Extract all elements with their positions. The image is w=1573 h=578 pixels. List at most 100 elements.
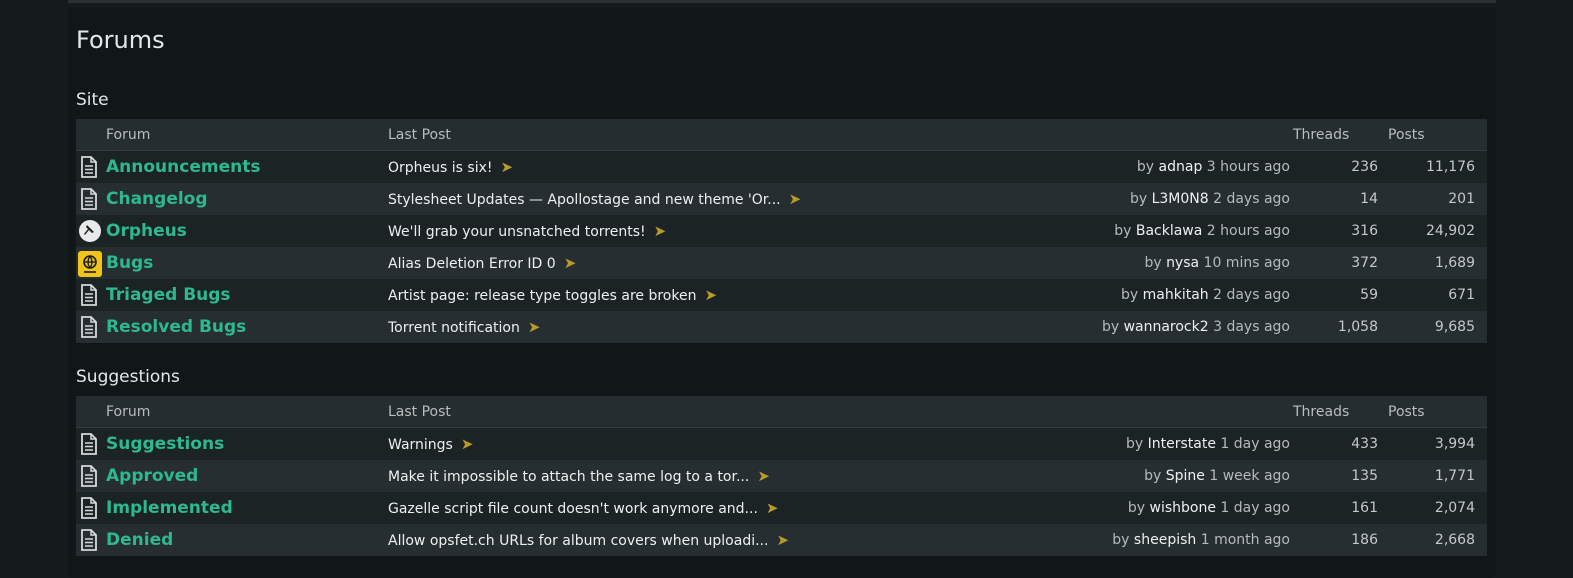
post-count: 2,668 [1388,524,1487,556]
forum-row: Denied Allow opsfet.ch URLs for album co… [76,524,1487,556]
post-count: 9,685 [1388,311,1487,343]
post-count: 24,902 [1388,215,1487,247]
document-icon [78,432,99,456]
last-poster-link[interactable]: sheepish [1134,532,1196,548]
by-label: by [1136,159,1155,175]
section-title-suggestions: Suggestions [76,367,180,387]
by-label: by [1144,468,1162,484]
last-post-link[interactable]: Warnings [388,437,453,453]
forum-icon-cell [76,311,106,343]
by-label: by [1129,191,1148,207]
header-icon-spacer [76,396,106,428]
last-poster-link[interactable]: Backlawa [1136,223,1203,239]
section-title-site: Site [76,90,109,110]
jump-to-last-post-arrow-icon[interactable]: ➤ [766,499,779,517]
forum-link[interactable]: Resolved Bugs [106,317,246,337]
forum-icon-cell [76,492,106,524]
header-spacer [982,396,1293,428]
last-post-link[interactable]: Gazelle script file count doesn't work a… [388,501,758,517]
thread-count: 14 [1293,183,1388,215]
page-title: Forums [76,26,165,54]
last-poster-link[interactable]: mahkitah [1143,287,1209,303]
forum-icon-cell [76,524,106,556]
last-poster-link[interactable]: wishbone [1150,500,1216,516]
last-post-time: 3 hours ago [1206,159,1290,175]
last-post-link[interactable]: Make it impossible to attach the same lo… [388,469,749,485]
forum-link[interactable]: Approved [106,466,198,486]
by-label: by [1144,255,1162,271]
forum-link[interactable]: Denied [106,530,173,550]
forum-icon-cell [76,247,106,279]
by-label: by [1127,500,1146,516]
document-icon [78,496,99,520]
jump-to-last-post-arrow-icon[interactable]: ➤ [757,467,770,485]
thread-count: 316 [1293,215,1388,247]
forum-link[interactable]: Triaged Bugs [106,285,231,305]
last-poster-link[interactable]: wannarock2 [1124,319,1209,335]
jump-to-last-post-arrow-icon[interactable]: ➤ [528,318,541,336]
thread-count: 161 [1293,492,1388,524]
jump-to-last-post-arrow-icon[interactable]: ➤ [789,190,802,208]
forum-row: Changelog Stylesheet Updates — Apollosta… [76,183,1487,215]
jump-to-last-post-arrow-icon[interactable]: ➤ [500,158,513,176]
last-post-time: 10 mins ago [1203,255,1290,271]
last-poster-link[interactable]: nysa [1166,255,1199,271]
post-count: 2,074 [1388,492,1487,524]
forum-row: Suggestions Warnings ➤ by Interstate 1 da… [76,427,1487,460]
document-icon [78,464,99,488]
forum-link[interactable]: Suggestions [106,434,224,454]
forum-row: Approved Make it impossible to attach th… [76,460,1487,492]
jump-to-last-post-arrow-icon[interactable]: ➤ [564,254,577,272]
jump-to-last-post-arrow-icon[interactable]: ➤ [704,286,717,304]
header-forum: Forum [106,119,388,151]
last-post-time: 2 days ago [1213,287,1290,303]
last-post-link[interactable]: We'll grab your unsnatched torrents! [388,224,646,240]
forum-link[interactable]: Announcements [106,157,260,177]
document-icon [78,155,99,179]
last-poster-link[interactable]: L3M0N8 [1152,191,1209,207]
thread-count: 1,058 [1293,311,1388,343]
last-post-link[interactable]: Torrent notification [388,320,520,336]
last-post-time: 2 days ago [1213,191,1290,207]
forum-icon-cell [76,427,106,460]
jump-to-last-post-arrow-icon[interactable]: ➤ [461,435,474,453]
header-posts: Posts [1388,119,1487,151]
forum-row: Orpheus We'll grab your unsnatched torre… [76,215,1487,247]
last-poster-link[interactable]: Interstate [1148,436,1216,452]
forum-link[interactable]: Bugs [106,253,153,273]
forum-icon-cell [76,215,106,247]
post-count: 671 [1388,279,1487,311]
forum-table-site: Forum Last Post Threads Posts Announceme… [76,119,1487,343]
table-header: Forum Last Post Threads Posts [76,119,1487,151]
post-count: 3,994 [1388,427,1487,460]
last-post-time: 1 day ago [1220,500,1290,516]
top-border [68,0,1496,3]
last-post-link[interactable]: Orpheus is six! [388,160,492,176]
jump-to-last-post-arrow-icon[interactable]: ➤ [654,222,667,240]
header-spacer [982,119,1293,151]
globe-badge-icon [78,251,102,277]
last-poster-link[interactable]: Spine [1166,468,1205,484]
document-icon [78,187,99,211]
last-post-time: 2 hours ago [1206,223,1290,239]
jump-to-last-post-arrow-icon[interactable]: ➤ [776,531,789,549]
thread-count: 186 [1293,524,1388,556]
last-post-link[interactable]: Allow opsfet.ch URLs for album covers wh… [388,533,768,549]
post-count: 201 [1388,183,1487,215]
last-post-link[interactable]: Stylesheet Updates — Apollostage and new… [388,192,781,208]
by-label: by [1112,532,1130,548]
header-last-post: Last Post [388,396,982,428]
last-poster-link[interactable]: adnap [1159,159,1203,175]
last-post-link[interactable]: Alias Deletion Error ID 0 [388,256,556,272]
forum-link[interactable]: Orpheus [106,221,187,241]
header-threads: Threads [1293,396,1388,428]
thread-count: 372 [1293,247,1388,279]
forum-link[interactable]: Changelog [106,189,208,209]
last-post-time: 1 day ago [1220,436,1290,452]
forum-icon-cell [76,279,106,311]
post-count: 1,771 [1388,460,1487,492]
forum-row: Bugs Alias Deletion Error ID 0 ➤ by nysa … [76,247,1487,279]
last-post-link[interactable]: Artist page: release type toggles are br… [388,288,696,304]
header-forum: Forum [106,396,388,428]
forum-link[interactable]: Implemented [106,498,233,518]
